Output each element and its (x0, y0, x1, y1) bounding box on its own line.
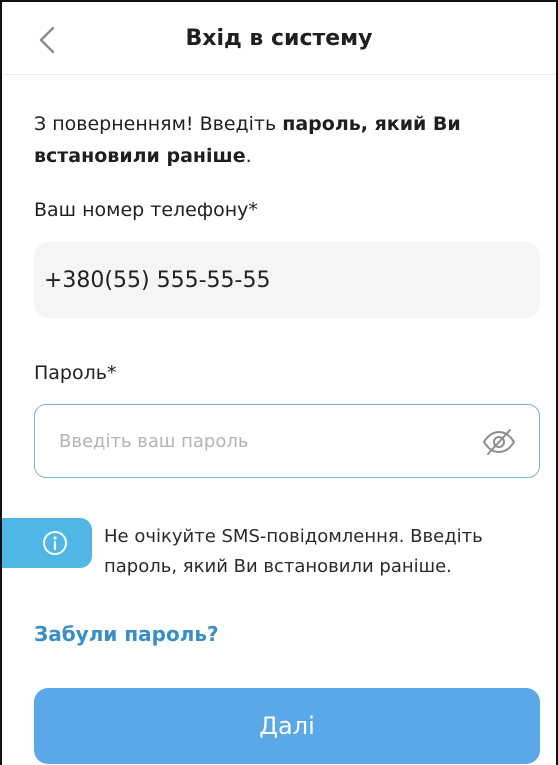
toggle-password-visibility-button[interactable] (479, 424, 519, 460)
password-label: Пароль* (34, 362, 117, 384)
info-badge (2, 518, 92, 568)
phone-field[interactable]: +380(55) 555-55-55 (34, 242, 540, 318)
next-button[interactable]: Далі (34, 688, 540, 764)
password-field-container (34, 404, 540, 478)
login-screen: Вхід в систему З поверненням! Введіть па… (0, 0, 558, 765)
phone-label: Ваш номер телефону* (34, 199, 258, 221)
intro-text: З поверненням! Введіть пароль, який Ви в… (34, 108, 534, 172)
intro-text-plain: З поверненням! Введіть (34, 113, 283, 135)
eye-off-icon (482, 429, 516, 455)
header-bar: Вхід в систему (2, 2, 556, 75)
intro-text-end: . (245, 145, 252, 167)
info-message: Не очікуйте SMS-повідомлення. Введіть па… (104, 526, 483, 577)
forgot-password-link[interactable]: Забули пароль? (34, 622, 219, 646)
page-title: Вхід в систему (185, 26, 373, 51)
info-icon (43, 531, 67, 555)
password-input[interactable] (57, 429, 461, 453)
phone-value: +380(55) 555-55-55 (44, 267, 271, 293)
